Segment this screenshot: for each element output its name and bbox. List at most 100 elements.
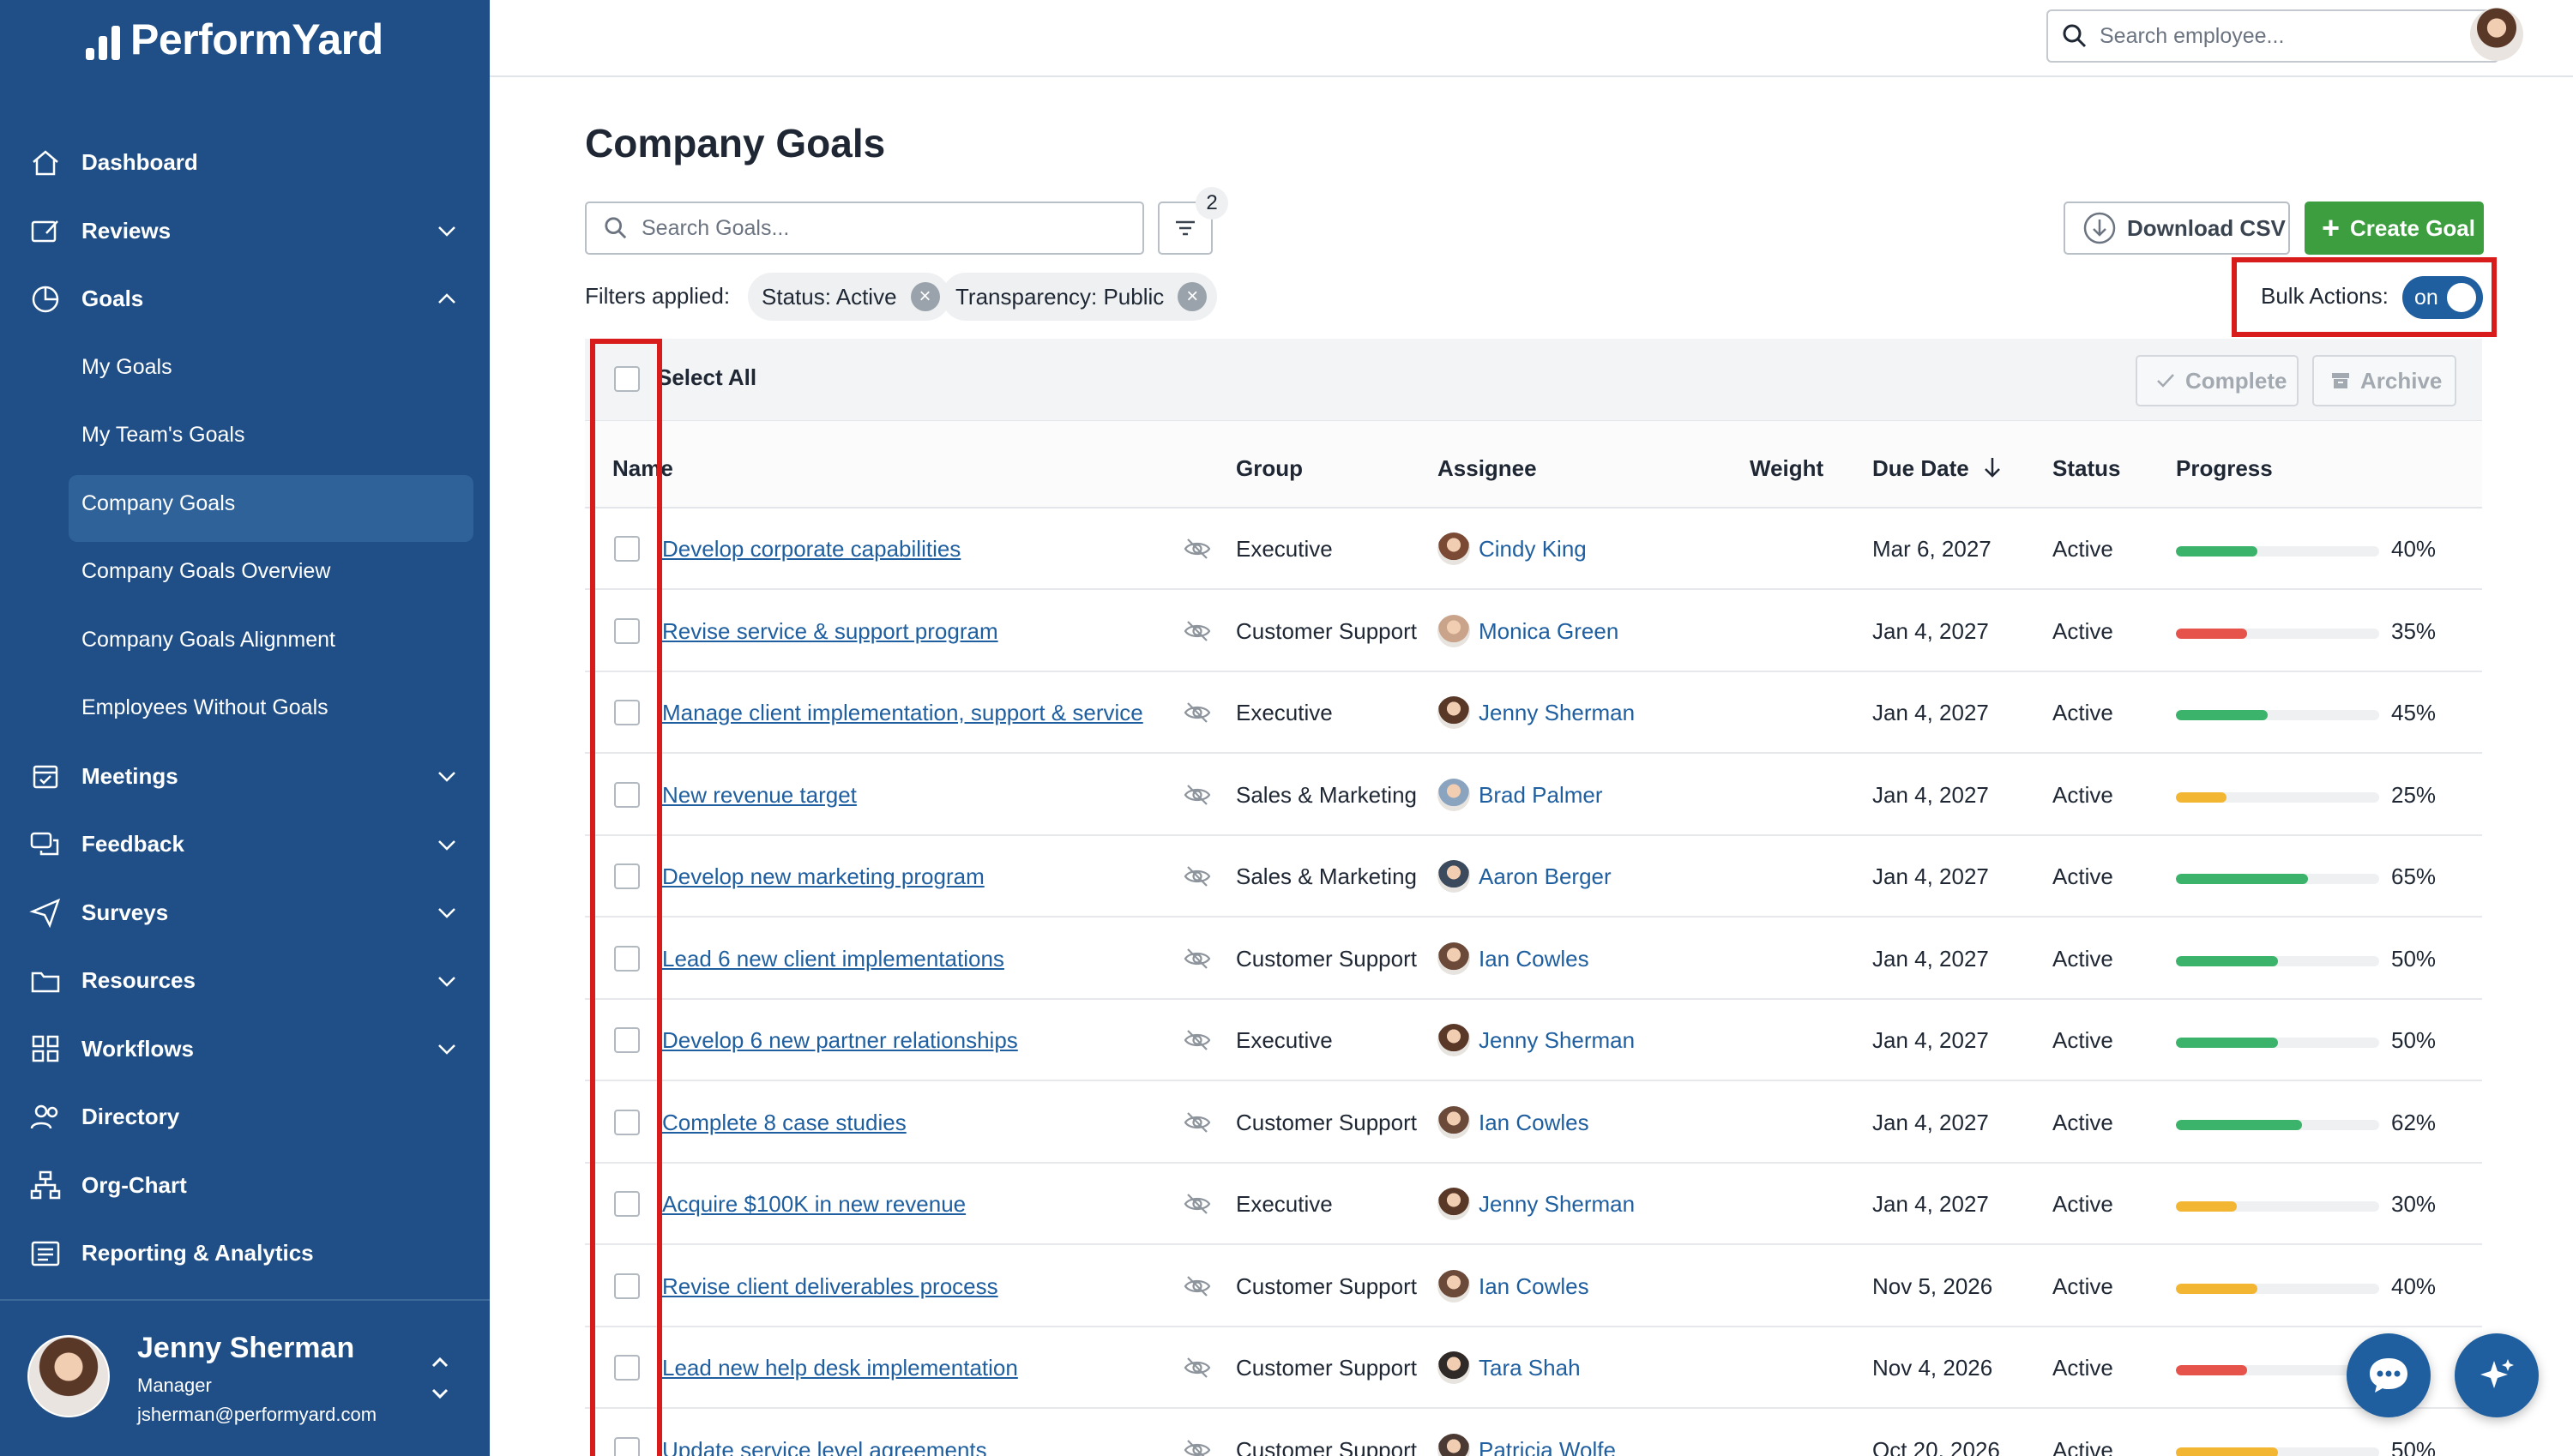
eye-slash-icon[interactable] [1183, 534, 1212, 563]
top-bar [490, 0, 2573, 77]
chevron-down-icon[interactable] [436, 970, 458, 992]
sidebar-item-workflows[interactable]: Workflows [0, 1015, 490, 1084]
close-icon[interactable]: × [1178, 282, 1208, 311]
eye-slash-icon[interactable] [1183, 698, 1212, 727]
sidebar-subitem-company-goals-alignment[interactable]: Company Goals Alignment [0, 606, 490, 675]
goals-search-input[interactable] [642, 215, 1122, 241]
chevron-up-icon[interactable] [436, 288, 458, 310]
sidebar-item-resources[interactable]: Resources [0, 947, 490, 1015]
sidebar-subitem-label: Company Goals [81, 490, 236, 515]
goal-name-link[interactable]: New revenue target [662, 782, 857, 809]
select-all-label: Select All [657, 364, 757, 390]
assignee-link[interactable]: Cindy King [1479, 536, 1587, 563]
sidebar-subitem-company-goals[interactable]: Company Goals [0, 470, 490, 542]
assignee-link[interactable]: Ian Cowles [1479, 946, 1589, 972]
sidebar-item-reviews[interactable]: Reviews [0, 197, 490, 266]
chevron-down-icon[interactable] [436, 901, 458, 924]
assignee-link[interactable]: Aaron Berger [1479, 863, 1612, 890]
sidebar-item-surveys[interactable]: Surveys [0, 879, 490, 948]
sidebar-item-reporting-analytics[interactable]: Reporting & Analytics [0, 1219, 490, 1288]
eye-slash-icon[interactable] [1183, 944, 1212, 973]
progress-percent: 50% [2391, 1436, 2437, 1456]
goal-name-link[interactable]: Acquire $100K in new revenue [662, 1191, 966, 1218]
eye-slash-icon[interactable] [1183, 862, 1212, 891]
column-header-assignee[interactable]: Assignee [1437, 455, 1537, 482]
sidebar-item-directory[interactable]: Directory [0, 1083, 490, 1152]
sidebar-subitem-my-team-s-goals[interactable]: My Team's Goals [0, 401, 490, 470]
eye-slash-icon[interactable] [1183, 1108, 1212, 1137]
assignee-link[interactable]: Ian Cowles [1479, 1110, 1589, 1136]
goal-name-link[interactable]: Complete 8 case studies [662, 1110, 907, 1136]
goal-group: Customer Support [1236, 1109, 1417, 1135]
performyard-logo[interactable]: PerformYard [86, 15, 383, 63]
close-icon[interactable]: × [910, 282, 940, 311]
goal-name-link[interactable]: Develop corporate capabilities [662, 536, 961, 563]
assignee-link[interactable]: Tara Shah [1479, 1355, 1581, 1381]
sidebar-item-label: Reporting & Analytics [81, 1240, 314, 1266]
ai-assistant-button[interactable] [2455, 1333, 2539, 1417]
eye-slash-icon[interactable] [1183, 1353, 1212, 1382]
goal-name-link[interactable]: Lead new help desk implementation [662, 1355, 1018, 1381]
archive-button[interactable]: Archive [2312, 355, 2456, 406]
table-row: Lead 6 new client implementations Custome… [585, 918, 2482, 1000]
chevron-down-icon[interactable] [436, 765, 458, 787]
assignee-link[interactable]: Jenny Sherman [1479, 1191, 1635, 1218]
sidebar-item-goals[interactable]: Goals [0, 265, 490, 334]
create-goal-button[interactable]: + Create Goal [2305, 202, 2484, 255]
column-header-due-date[interactable]: Due Date [1872, 455, 1969, 482]
assignee-link[interactable]: Jenny Sherman [1479, 1027, 1635, 1054]
download-csv-button[interactable]: Download CSV [2064, 202, 2290, 255]
avatar [1437, 1105, 1470, 1139]
eye-slash-icon[interactable] [1183, 617, 1212, 646]
assignee-link[interactable]: Jenny Sherman [1479, 700, 1635, 726]
goal-name-link[interactable]: Revise service & support program [662, 618, 998, 645]
column-header-weight[interactable]: Weight [1750, 455, 1823, 482]
sort-arrow-down-icon[interactable] [1981, 455, 2004, 479]
sidebar-item-feedback[interactable]: Feedback [0, 810, 490, 879]
eye-slash-icon[interactable] [1183, 1026, 1212, 1055]
column-header-group[interactable]: Group [1236, 455, 1303, 482]
column-header-status[interactable]: Status [2052, 455, 2120, 482]
eye-slash-icon[interactable] [1183, 1435, 1212, 1456]
archive-icon [2332, 373, 2349, 388]
progress-bar [2176, 628, 2379, 639]
sidebar-item-meetings[interactable]: Meetings [0, 743, 490, 811]
sidebar: PerformYard Dashboard Reviews Goals My Goal… [0, 0, 490, 1456]
user-card[interactable]: Jenny Sherman Manager jsherman@performya… [0, 1301, 490, 1456]
goal-name-link[interactable]: Manage client implementation, support & … [662, 700, 1143, 726]
progress-fill [2176, 1283, 2257, 1294]
assignee-link[interactable]: Brad Palmer [1479, 782, 1603, 809]
chevron-down-icon[interactable] [436, 1038, 458, 1060]
avatar[interactable] [2470, 8, 2523, 61]
employee-search[interactable] [2046, 9, 2499, 63]
assignee-link[interactable]: Monica Green [1479, 618, 1618, 645]
goal-name-link[interactable]: Lead 6 new client implementations [662, 946, 1004, 972]
sidebar-subitem-employees-without-goals[interactable]: Employees Without Goals [0, 674, 490, 743]
goal-name-link[interactable]: Revise client deliverables process [662, 1273, 998, 1300]
goal-name-link[interactable]: Develop 6 new partner relationships [662, 1027, 1018, 1054]
progress-bar [2176, 1038, 2379, 1048]
assignee-link[interactable]: Patricia Wolfe [1479, 1437, 1616, 1456]
goals-search[interactable] [585, 202, 1144, 255]
complete-button[interactable]: Complete [2136, 355, 2299, 406]
employee-search-input[interactable] [2100, 23, 2477, 49]
progress-percent: 40% [2391, 536, 2437, 562]
logo-text: PerformYard [130, 15, 383, 63]
assignee-link[interactable]: Ian Cowles [1479, 1273, 1589, 1300]
chevron-down-icon[interactable] [436, 220, 458, 242]
eye-slash-icon[interactable] [1183, 1189, 1212, 1218]
eye-slash-icon[interactable] [1183, 780, 1212, 809]
sidebar-subitem-company-goals-overview[interactable]: Company Goals Overview [0, 538, 490, 606]
chat-button[interactable] [2347, 1333, 2431, 1417]
status-text: Active [2052, 945, 2113, 972]
sidebar-item-org-chart[interactable]: Org-Chart [0, 1152, 490, 1220]
eye-slash-icon[interactable] [1183, 1272, 1212, 1301]
table-row: New revenue target Sales & Marketing Brad … [585, 755, 2482, 836]
column-header-progress[interactable]: Progress [2176, 455, 2273, 482]
sidebar-subitem-my-goals[interactable]: My Goals [0, 334, 490, 402]
chevron-down-icon[interactable] [436, 833, 458, 856]
goal-name-link[interactable]: Develop new marketing program [662, 863, 985, 890]
chevron-up-down-icon[interactable] [429, 1354, 451, 1405]
goal-name-link[interactable]: Update service level agreements [662, 1437, 987, 1456]
sidebar-item-dashboard[interactable]: Dashboard [0, 129, 490, 197]
